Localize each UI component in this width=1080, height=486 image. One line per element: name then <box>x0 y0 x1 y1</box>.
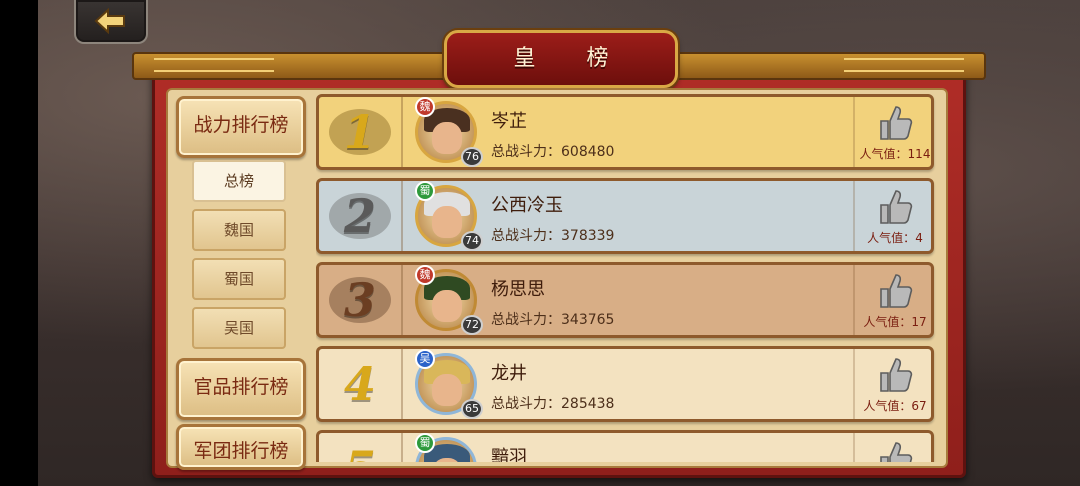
rank-number: 1 <box>343 105 376 159</box>
popularity: 人气值：114 <box>859 147 931 161</box>
subtab-label: 总榜 <box>223 172 254 190</box>
rank-cell: 1 <box>319 97 403 167</box>
tab-label: 官品排行榜 <box>193 376 289 398</box>
level-badge: 72 <box>461 315 483 335</box>
player-name: 公西冷玉 <box>491 195 563 216</box>
power-text: 总战斗力：608480 <box>491 144 615 160</box>
player-name: 杨思思 <box>491 279 545 300</box>
ranking-row[interactable]: 3 魏 72 杨思思 总战斗力：343765 人气值：17 <box>316 262 934 338</box>
rank-number: 5 <box>333 439 387 462</box>
kingdom-badge: 吴 <box>415 349 435 369</box>
level-badge: 76 <box>461 147 483 167</box>
subtab-shu[interactable]: 蜀国 <box>192 258 286 300</box>
power-value: 343765 <box>561 312 615 328</box>
rank-cell: 2 <box>319 181 403 251</box>
ornament-right <box>844 58 964 72</box>
popularity: 人气值：17 <box>863 315 927 329</box>
subtab-wei[interactable]: 魏国 <box>192 209 286 251</box>
subtab-label: 魏国 <box>223 221 254 239</box>
power-value: 285438 <box>561 396 615 412</box>
subtab-overall[interactable]: 总榜 <box>192 160 286 202</box>
rank-number: 2 <box>343 189 376 243</box>
thumbs-up-icon <box>880 442 913 462</box>
tab-legion-ranking[interactable]: 军团排行榜 <box>176 424 306 470</box>
power-value: 378339 <box>561 228 615 244</box>
title-plate: 皇 榜 <box>444 30 678 88</box>
popularity-value: 114 <box>907 147 931 161</box>
tab-label: 战力排行榜 <box>193 114 289 136</box>
rank-number: 3 <box>343 273 376 327</box>
like-button[interactable]: 人气值：4 <box>853 181 931 251</box>
level-badge: 65 <box>461 399 483 419</box>
like-button[interactable]: 人气值：67 <box>853 349 931 419</box>
kingdom-badge: 魏 <box>415 265 435 285</box>
thumbs-up-icon <box>880 106 913 140</box>
kingdom-badge: 蜀 <box>415 433 435 453</box>
rank-cell: 5 <box>319 433 403 462</box>
kingdom-badge: 魏 <box>415 97 435 117</box>
power-text: 总战斗力：378339 <box>491 228 615 244</box>
tab-rank-ranking[interactable]: 官品排行榜 <box>176 358 306 420</box>
player-name: 龙井 <box>491 363 527 384</box>
ranking-row[interactable]: 5 蜀 黯羽 <box>316 430 934 462</box>
popularity-value: 17 <box>911 315 927 329</box>
page-title: 皇 榜 <box>513 46 631 71</box>
ranking-row[interactable]: 4 吴 65 龙井 总战斗力：285438 人气值：67 <box>316 346 934 422</box>
rank-cell: 4 <box>319 349 403 419</box>
popularity-value: 67 <box>911 399 927 413</box>
subtab-wu[interactable]: 吴国 <box>192 307 286 349</box>
thumbs-up-icon <box>880 190 913 224</box>
subtab-label: 蜀国 <box>223 270 254 288</box>
like-button[interactable]: 人气值：114 <box>853 97 931 167</box>
kingdom-badge: 蜀 <box>415 181 435 201</box>
rank-cell: 3 <box>319 265 403 335</box>
screen-edge <box>0 0 38 486</box>
ranking-list[interactable]: 1 魏 76 岑芷 总战斗力：608480 人气值：114 2 蜀 74 公西冷… <box>316 94 938 462</box>
level-badge: 74 <box>461 231 483 251</box>
ornament-left <box>154 58 274 72</box>
rank-number: 4 <box>343 357 376 411</box>
tab-power-ranking[interactable]: 战力排行榜 <box>176 96 306 158</box>
like-button[interactable] <box>853 433 931 462</box>
thumbs-up-icon <box>880 274 913 308</box>
power-value: 608480 <box>561 144 615 160</box>
back-button[interactable] <box>74 0 148 44</box>
ranking-row[interactable]: 2 蜀 74 公西冷玉 总战斗力：378339 人气值：4 <box>316 178 934 254</box>
thumbs-up-icon <box>880 358 913 392</box>
popularity: 人气值：4 <box>867 231 923 245</box>
popularity-value: 4 <box>915 231 923 245</box>
popularity: 人气值：67 <box>863 399 927 413</box>
tab-label: 军团排行榜 <box>193 440 289 462</box>
ranking-row[interactable]: 1 魏 76 岑芷 总战斗力：608480 人气值：114 <box>316 94 934 170</box>
player-name: 黯羽 <box>491 447 527 462</box>
player-name: 岑芷 <box>491 111 527 132</box>
like-button[interactable]: 人气值：17 <box>853 265 931 335</box>
back-arrow-icon <box>94 8 125 34</box>
power-text: 总战斗力：343765 <box>491 312 615 328</box>
power-text: 总战斗力：285438 <box>491 396 615 412</box>
subtab-label: 吴国 <box>223 319 254 337</box>
